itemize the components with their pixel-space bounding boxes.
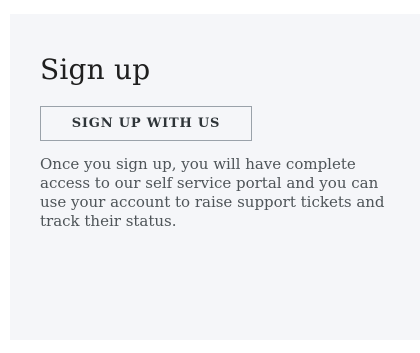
page-title: Sign up: [40, 53, 151, 86]
sign-up-button[interactable]: SIGN UP WITH US: [40, 106, 252, 141]
signup-panel: Sign up SIGN UP WITH US Once you sign up…: [10, 14, 420, 340]
signup-description: Once you sign up, you will have complete…: [40, 155, 385, 230]
